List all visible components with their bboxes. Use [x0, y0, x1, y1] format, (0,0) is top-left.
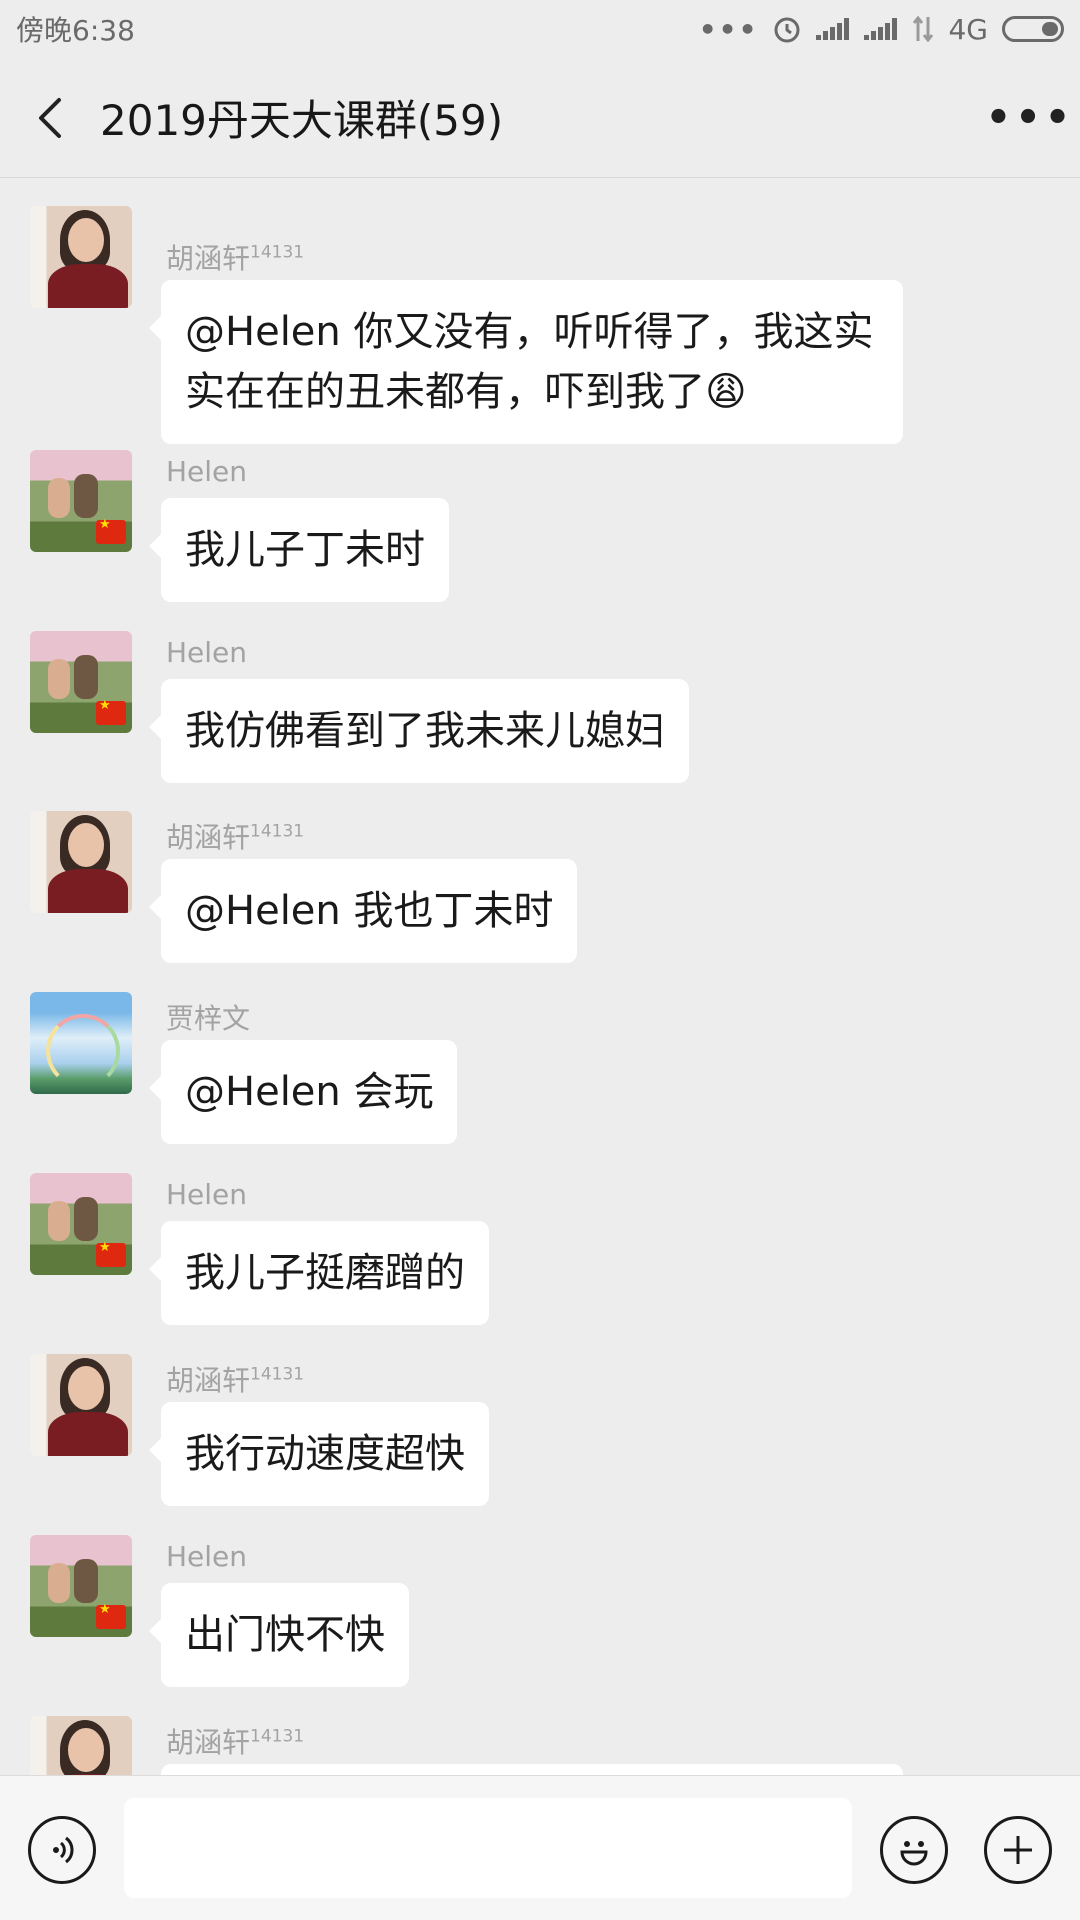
status-bar: 傍晚6:38 ••• 4G: [0, 0, 1080, 58]
message-bubble[interactable]: 我儿子丁未时: [149, 498, 449, 602]
avatar[interactable]: [30, 1354, 132, 1456]
plus-icon: [1004, 1836, 1032, 1864]
message-list[interactable]: 胡涵轩14131 @Helen 你又没有，听听得了，我这实实在在的丑未都有，吓到…: [0, 179, 1080, 1775]
china-flag-icon: [96, 1240, 126, 1267]
voice-button[interactable]: [28, 1816, 96, 1884]
sender-name: 胡涵轩14131: [166, 242, 305, 275]
message-bubble[interactable]: @Helen 我也丁未时: [148, 859, 578, 963]
chat-header: 2019丹天大课群(59) •••: [0, 58, 1080, 178]
sender-name: 胡涵轩14131: [166, 821, 305, 854]
sender-name: 胡涵轩14131: [166, 1726, 305, 1759]
signal-icon: [864, 18, 898, 40]
china-flag-icon: [96, 698, 126, 725]
sender-name: 胡涵轩14131: [166, 1364, 305, 1397]
more-horizontal-icon: •••: [985, 94, 1075, 141]
avatar[interactable]: [30, 1173, 132, 1275]
sender-name: Helen: [166, 636, 248, 669]
message-bubble[interactable]: [161, 1764, 903, 1775]
network-type: 4G: [948, 12, 988, 46]
message-bubble[interactable]: @Helen 你又没有，听听得了，我这实实在在的丑未都有，吓到我了😩: [149, 280, 903, 444]
back-button[interactable]: [0, 58, 100, 178]
avatar[interactable]: [30, 1716, 132, 1775]
chevron-left-icon: [39, 97, 61, 138]
avatar[interactable]: [30, 992, 132, 1094]
sender-name: Helen: [166, 455, 248, 488]
signal-icon: [816, 18, 850, 40]
sender-name: 贾梓文: [166, 1002, 251, 1035]
avatar[interactable]: [30, 1535, 132, 1637]
more-button[interactable]: •••: [980, 58, 1080, 178]
message-bubble[interactable]: 我儿子挺磨蹭的: [149, 1221, 489, 1325]
sender-name: Helen: [166, 1540, 248, 1573]
emoji-button[interactable]: [880, 1816, 948, 1884]
status-icons: ••• 4G: [699, 13, 1064, 46]
message-bubble[interactable]: @Helen 会玩: [148, 1040, 458, 1144]
input-bar: [0, 1775, 1080, 1920]
avatar[interactable]: [30, 811, 132, 913]
more-dots-icon: •••: [698, 12, 759, 46]
sender-name: Helen: [166, 1178, 248, 1211]
data-arrows-icon: [913, 15, 934, 43]
message-bubble[interactable]: 我行动速度超快: [149, 1402, 489, 1506]
avatar[interactable]: [30, 450, 132, 552]
voice-icon: [53, 1836, 74, 1864]
emoji-icon: [900, 1841, 928, 1866]
message-bubble[interactable]: 出门快不快: [149, 1583, 409, 1687]
avatar[interactable]: [30, 206, 132, 308]
page-title: 2019丹天大课群(59): [100, 96, 504, 145]
china-flag-icon: [96, 517, 126, 544]
message-bubble[interactable]: 我仿佛看到了我未来儿媳妇: [149, 679, 689, 783]
message-input[interactable]: [124, 1798, 852, 1898]
alarm-icon: [774, 17, 800, 43]
plus-button[interactable]: [984, 1816, 1052, 1884]
battery-icon: [1002, 16, 1064, 42]
avatar[interactable]: [30, 631, 132, 733]
china-flag-icon: [96, 1602, 126, 1629]
status-time: 傍晚6:38: [16, 14, 135, 47]
